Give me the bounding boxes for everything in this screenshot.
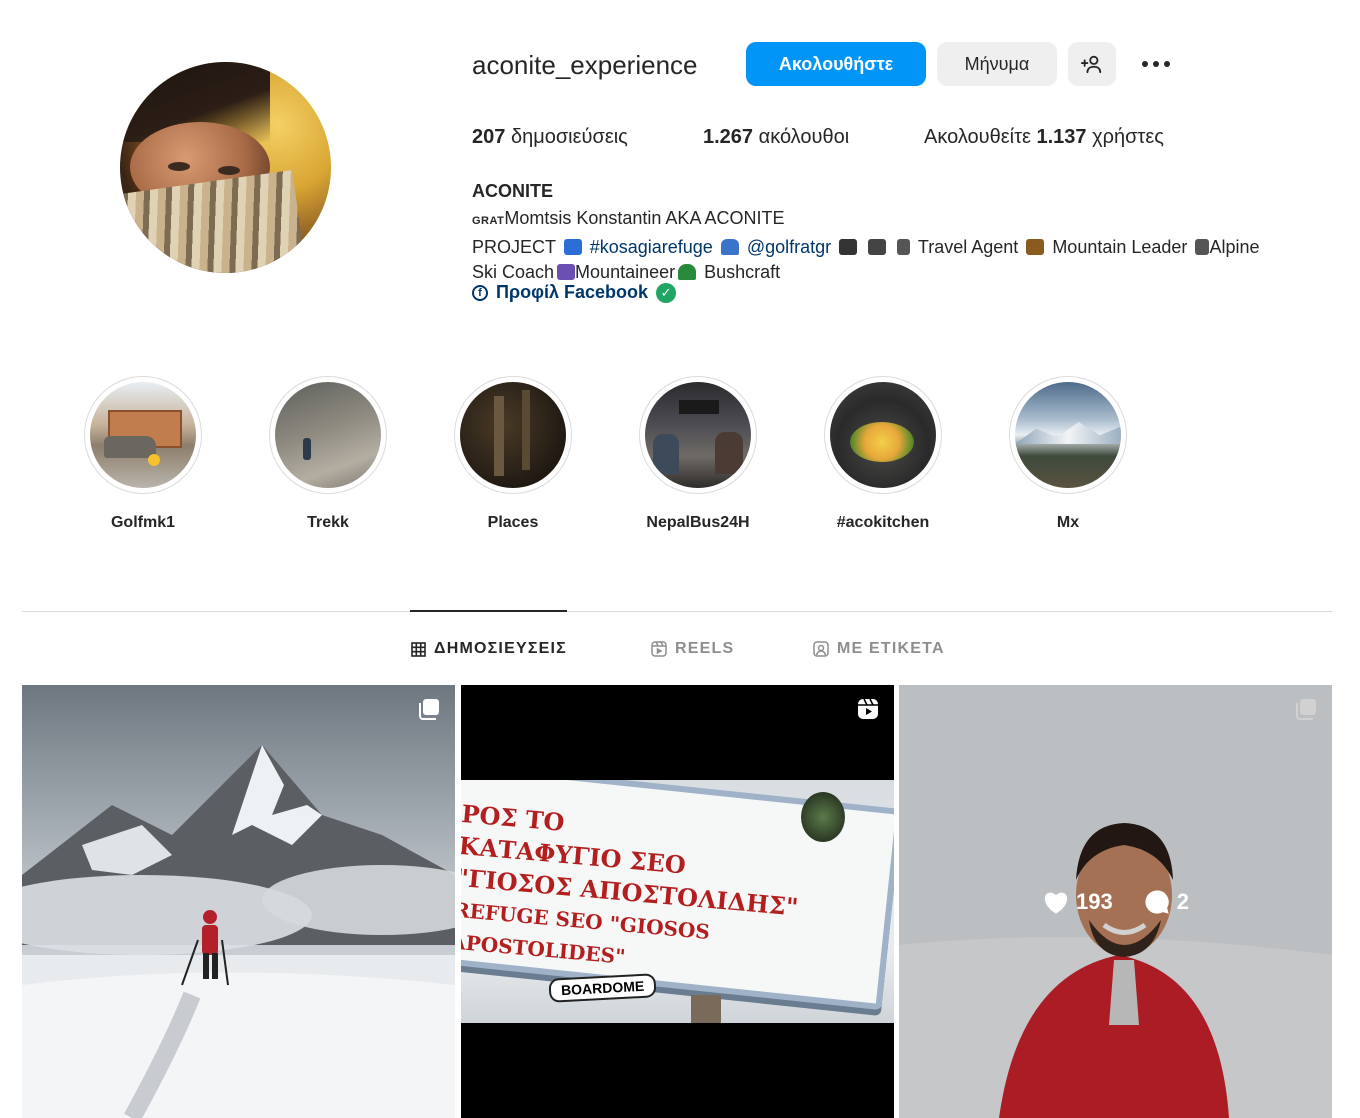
profile-username: aconite_experience (472, 50, 698, 80)
facebook-profile-link[interactable]: f Προφίλ Facebook ✓ (472, 282, 677, 303)
following-prefix: Ακολουθείτε (924, 126, 1031, 148)
profile-avatar[interactable] (120, 62, 331, 273)
skier-emoji-icon (1195, 238, 1210, 255)
tagged-icon (813, 641, 829, 657)
profile-bio: GRATMomtsis Konstantin AKA ACONITE PROJE… (472, 206, 1332, 286)
following-suffix: χρήστες (1092, 126, 1164, 148)
carousel-icon (419, 699, 439, 720)
highlight-label: Places (487, 514, 539, 531)
grid-icon (411, 641, 426, 657)
bio-line1: Momtsis Konstantin AKA ACONITE (504, 208, 785, 228)
tab-tagged[interactable]: ΜΕ ΕΤΙΚΕΤΑ (813, 640, 945, 658)
post-thumbnail-3[interactable]: 193 2 (899, 685, 1332, 1118)
post-2-image: ΡΟΣ ΤΟ ΚΑΤΑΦΥΓΙΟ ΣΕΟ "ΓΙΟΣΟΣ ΑΠΟΣΤΟΛΙΔΗΣ… (461, 780, 894, 1023)
bio-project: PROJECT (472, 236, 556, 257)
message-button[interactable]: Μήνυμα (937, 42, 1057, 86)
highlight-label: NepalBus24H (646, 514, 750, 531)
tabs-divider (22, 611, 1332, 612)
post-thumbnail-2[interactable]: ΡΟΣ ΤΟ ΚΑΤΑΦΥΓΙΟ ΣΕΟ "ΓΙΟΣΟΣ ΑΠΟΣΤΟΛΙΔΗΣ… (461, 685, 894, 1118)
followers-count-value: 1.267 (703, 126, 754, 148)
followers-count-label: ακόλουθοι (758, 126, 850, 148)
posts-count-value: 207 (472, 126, 506, 148)
highlight-trekk[interactable]: Trekk (269, 376, 387, 531)
sign-brand: BOARDOME (548, 973, 657, 1003)
comment-icon (1145, 889, 1169, 914)
bio-bushcraft: Bushcraft (704, 262, 781, 282)
reels-icon (651, 641, 667, 657)
facebook-icon: f (472, 284, 488, 301)
tab-reels-label: REELS (675, 640, 735, 657)
boot-emoji-icon (1026, 238, 1045, 255)
bio-alpine: Alpine (1209, 236, 1260, 257)
reel-icon (858, 698, 878, 719)
bio-travel: Travel Agent (917, 236, 1019, 257)
heart-icon (1044, 892, 1068, 914)
verified-check-icon: ✓ (656, 282, 677, 303)
tab-reels[interactable]: REELS (651, 640, 734, 658)
video-camera-emoji-icon (868, 238, 887, 255)
likes-stat: 193 (1042, 889, 1113, 915)
tab-tagged-label: ΜΕ ΕΤΙΚΕΤΑ (837, 640, 945, 657)
camera-emoji-icon (839, 238, 858, 255)
tab-posts[interactable]: ΔΗΜΟΣΙΕΥΣΕΙΣ (411, 640, 567, 658)
followers-link[interactable]: 1.267 ακόλουθοι (703, 126, 849, 149)
sign-emoji-icon (563, 238, 582, 255)
facebook-label: Προφίλ Facebook (496, 282, 649, 302)
posts-count: 207 δημοσιεύσεις (472, 126, 628, 149)
highlight-label: Trekk (307, 514, 349, 531)
highlight-label: Mx (1056, 514, 1080, 531)
more-icon (1142, 61, 1170, 67)
bio-hashtag-link[interactable]: #kosagiarefuge (590, 237, 713, 257)
climber-emoji-icon (557, 264, 576, 280)
highlight-label: Golfmk1 (110, 514, 175, 531)
suggest-users-button[interactable] (1068, 42, 1116, 86)
highlight-places[interactable]: Places (454, 376, 572, 531)
bio-ski: Ski Coach (472, 262, 555, 282)
active-tab-indicator (410, 610, 567, 612)
comments-stat: 2 (1143, 888, 1189, 916)
highlight-acokitchen[interactable]: #acokitchen (824, 376, 942, 531)
highlight-label: #acokitchen (836, 514, 930, 531)
bio-mention-link[interactable]: @golfratgr (747, 237, 831, 257)
highlight-golfmk1[interactable]: Golfmk1 (84, 376, 202, 531)
post-hover-overlay: 193 2 (899, 685, 1332, 1118)
bio-mountain: Mountain Leader (1052, 236, 1188, 257)
post-thumbnail-1[interactable] (22, 685, 455, 1118)
tab-posts-label: ΔΗΜΟΣΙΕΥΣΕΙΣ (434, 640, 567, 657)
comments-count: 2 (1176, 888, 1189, 914)
highlight-mx[interactable]: Mx (1009, 376, 1127, 531)
bio-mountaineer: Mountaineer (575, 262, 676, 282)
add-user-icon (1081, 55, 1102, 74)
highlight-nepalbus24h[interactable]: NepalBus24H (639, 376, 757, 531)
car-emoji-icon (720, 238, 739, 255)
more-options-button[interactable] (1132, 42, 1180, 86)
post-1-image (22, 685, 455, 1118)
bio-prefix: GRAT (472, 215, 505, 227)
luggage-emoji-icon (897, 238, 911, 255)
profile-display-name: ACONITE (472, 181, 553, 201)
following-count-value: 1.137 (1036, 126, 1087, 148)
likes-count: 193 (1076, 888, 1113, 914)
posts-count-label: δημοσιεύσεις (510, 126, 628, 148)
follow-button[interactable]: Ακολουθήστε (746, 42, 926, 86)
tree-emoji-icon (678, 264, 697, 280)
following-link[interactable]: Ακολουθείτε 1.137 χρήστες (924, 126, 1164, 149)
